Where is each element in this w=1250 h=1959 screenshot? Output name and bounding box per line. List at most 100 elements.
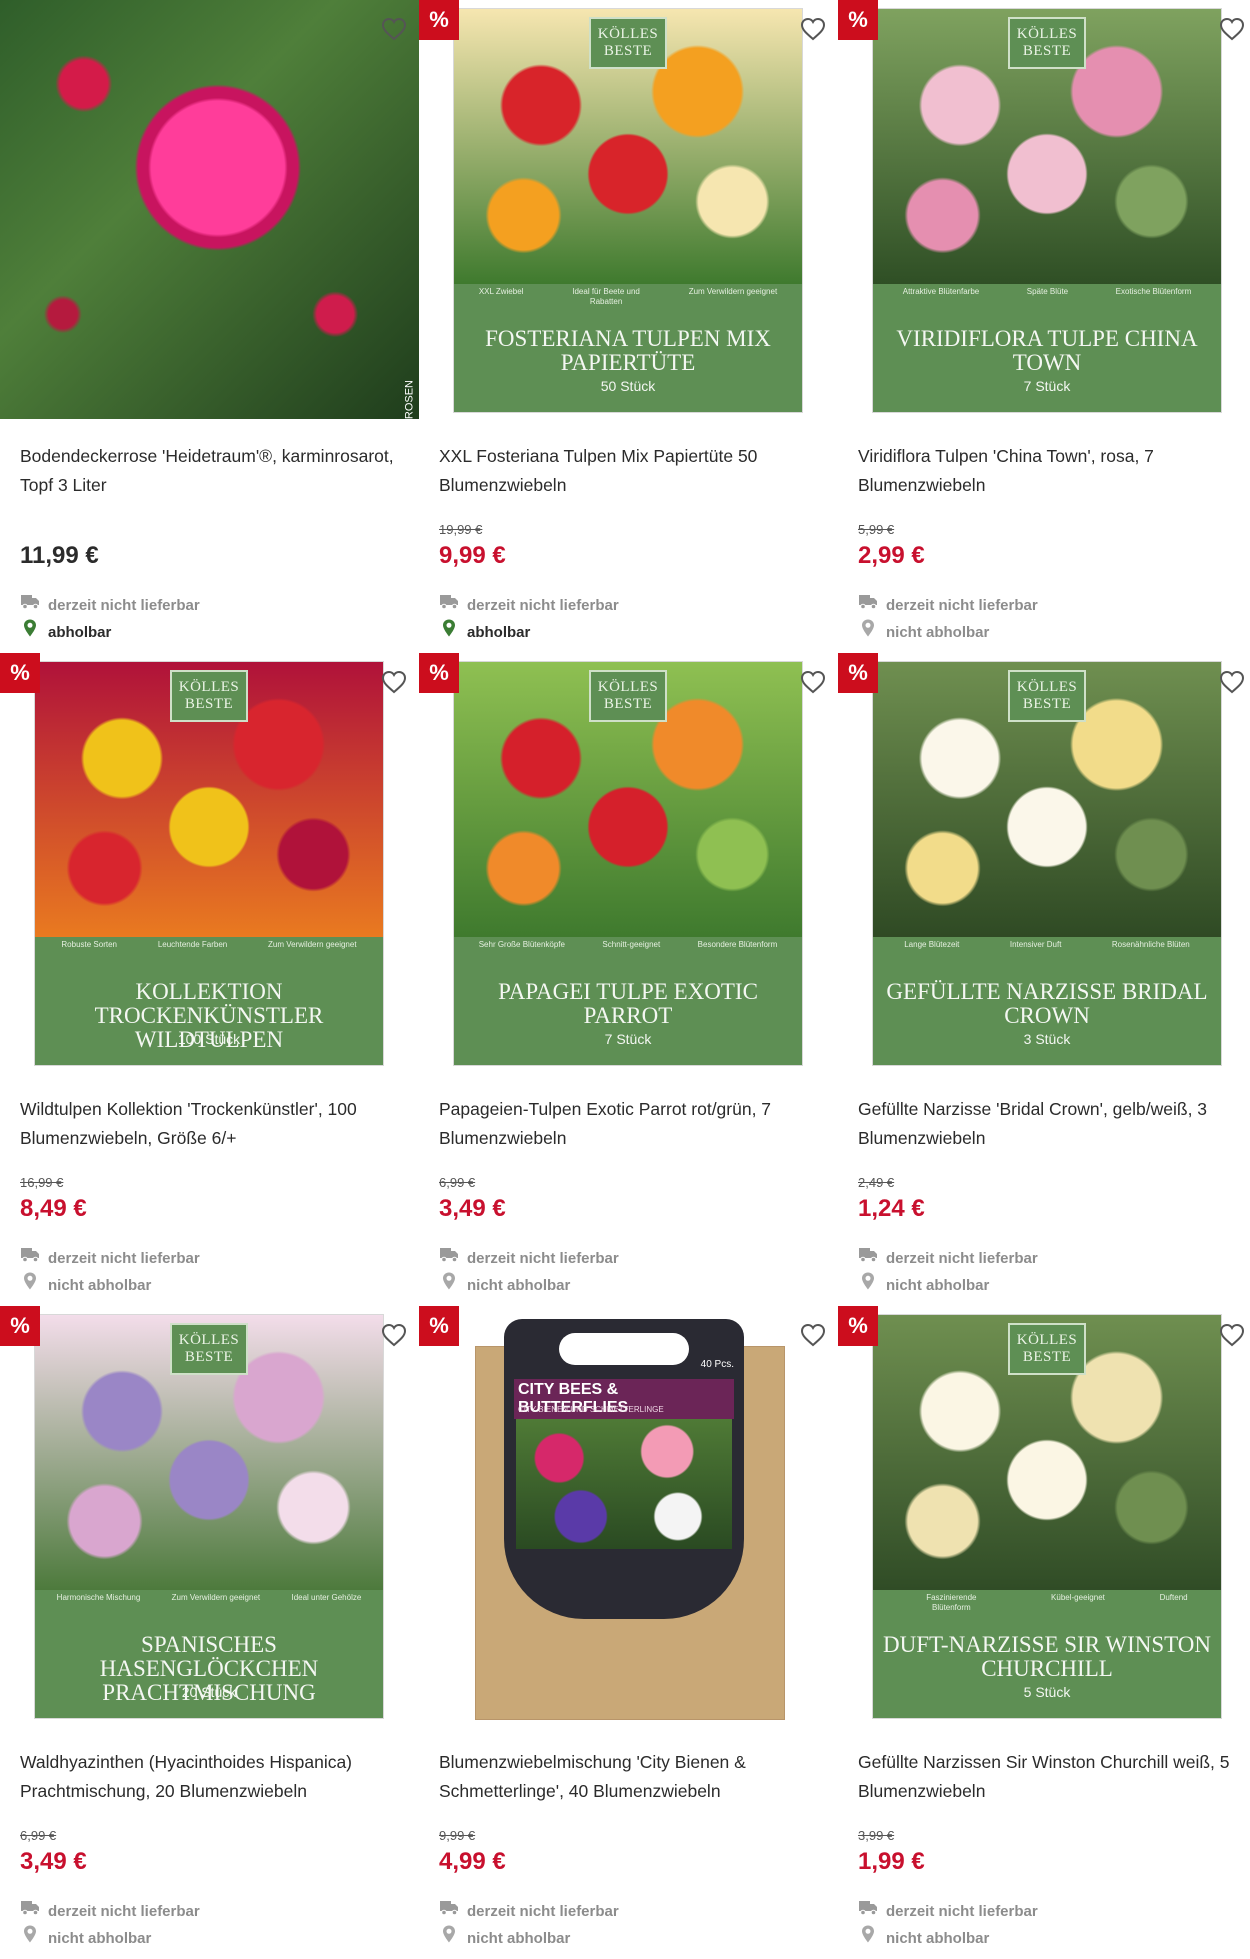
product-card[interactable]: % KÖLLES BESTE Sehr Große Blütenköpfe Schn… bbox=[419, 653, 838, 1306]
product-image[interactable]: © NOACK ROSEN bbox=[0, 0, 419, 420]
current-price: 2,99 € bbox=[858, 542, 925, 569]
sale-badge: % bbox=[838, 1306, 878, 1346]
delivery-truck-icon bbox=[858, 592, 878, 619]
product-title[interactable]: Blumenzwiebelmischung 'City Bienen & Sch… bbox=[439, 1748, 818, 1806]
sale-badge: % bbox=[419, 0, 459, 40]
seed-package: KÖLLES BESTE Lange Blütezeit Intensiver Du… bbox=[872, 661, 1222, 1066]
wishlist-heart-icon[interactable] bbox=[1217, 667, 1247, 697]
package-title: VIRIDIFLORA TULPE CHINA TOWN bbox=[896, 326, 1198, 375]
delivery-label: derzeit nicht lieferbar bbox=[467, 596, 619, 614]
product-title[interactable]: Viridiflora Tulpen 'China Town', rosa, 7… bbox=[858, 442, 1237, 500]
seed-package: KÖLLES BESTE Harmonische Mischung Zum Verw… bbox=[34, 1314, 384, 1719]
product-image[interactable]: % KÖLLES BESTE XXL Zwiebel Ideal für Beete… bbox=[419, 0, 838, 420]
package-feature: Intensiver Duft bbox=[1009, 940, 1062, 949]
wishlist-heart-icon[interactable] bbox=[1217, 14, 1247, 44]
package-count: 5 Stück bbox=[1023, 1684, 1071, 1700]
current-price: 4,99 € bbox=[439, 1848, 506, 1875]
product-image[interactable]: % KÖLLES BESTE Faszinierende Blütenform Kü… bbox=[838, 1306, 1250, 1726]
product-image[interactable]: % CITY BEES & BUTTERFLIES CITY BIENEN UND… bbox=[419, 1306, 838, 1726]
photo-credit: © NOACK ROSEN bbox=[403, 380, 415, 420]
bag-subline: CITY BIENEN UND SCHMETTERLINGE bbox=[518, 1405, 664, 1414]
product-image[interactable]: % KÖLLES BESTE Attraktive Blütenfarbe Spät… bbox=[838, 0, 1250, 420]
wishlist-heart-icon[interactable] bbox=[1217, 1320, 1247, 1350]
package-feature: Duftend bbox=[1159, 1593, 1188, 1602]
product-card[interactable]: % KÖLLES BESTE Faszinierende Blütenform Kü… bbox=[838, 1306, 1250, 1959]
location-pin-icon bbox=[858, 619, 878, 646]
product-card[interactable]: % KÖLLES BESTE XXL Zwiebel Ideal für Beete… bbox=[419, 0, 838, 653]
package-feature: Sehr Große Blütenköpfe bbox=[478, 940, 565, 949]
package-feature: Rosenähnliche Blüten bbox=[1111, 940, 1190, 949]
package-feature: Ideal für Beete und Rabatten bbox=[572, 287, 640, 306]
delivery-status: derzeit nicht lieferbar bbox=[439, 1898, 818, 1925]
package-feature: Zum Verwildern geeignet bbox=[268, 940, 357, 949]
delivery-status: derzeit nicht lieferbar bbox=[439, 592, 818, 619]
package-count: 3 Stück bbox=[1023, 1031, 1071, 1047]
package-feature: Attraktive Blütenfarbe bbox=[902, 287, 980, 296]
brand-logo: KÖLLES BESTE bbox=[589, 670, 667, 722]
old-price: 6,99 € bbox=[20, 1828, 57, 1843]
product-card[interactable]: % CITY BEES & BUTTERFLIES CITY BIENEN UND… bbox=[419, 1306, 838, 1959]
current-price: 9,99 € bbox=[439, 542, 506, 569]
package-feature: Kübel-geeignet bbox=[1051, 1593, 1105, 1602]
product-title[interactable]: Papageien-Tulpen Exotic Parrot rot/grün,… bbox=[439, 1095, 818, 1153]
wishlist-heart-icon[interactable] bbox=[798, 14, 828, 44]
package-title: DUFT-NARZISSE SIR WINSTON CHURCHILL bbox=[882, 1632, 1211, 1681]
location-pin-icon bbox=[439, 1272, 459, 1299]
delivery-truck-icon bbox=[439, 1245, 459, 1272]
delivery-label: derzeit nicht lieferbar bbox=[48, 596, 200, 614]
sale-badge: % bbox=[838, 0, 878, 40]
package-count: 20 Stück bbox=[181, 1684, 237, 1700]
product-title[interactable]: XXL Fosteriana Tulpen Mix Papiertüte 50 … bbox=[439, 442, 818, 500]
product-title[interactable]: Waldhyazinthen (Hyacinthoides Hispanica)… bbox=[20, 1748, 399, 1806]
package-feature: Späte Blüte bbox=[1026, 287, 1069, 296]
brand-logo: KÖLLES BESTE bbox=[170, 1323, 248, 1375]
bag-count: 40 Pcs. bbox=[700, 1359, 734, 1370]
product-image[interactable]: % KÖLLES BESTE Sehr Große Blütenköpfe Schn… bbox=[419, 653, 838, 1073]
seed-package: KÖLLES BESTE Robuste Sorten Leuchtende Far… bbox=[34, 661, 384, 1066]
product-title[interactable]: Wildtulpen Kollektion 'Trockenkünstler',… bbox=[20, 1095, 399, 1153]
product-image[interactable]: % KÖLLES BESTE Harmonische Mischung Zum Ve… bbox=[0, 1306, 419, 1726]
pickup-label: nicht abholbar bbox=[48, 1276, 152, 1294]
package-feature: Lange Blütezeit bbox=[904, 940, 960, 949]
seed-package: KÖLLES BESTE Attraktive Blütenfarbe Späte … bbox=[872, 8, 1222, 413]
product-title[interactable]: Gefüllte Narzissen Sir Winston Churchill… bbox=[858, 1748, 1237, 1806]
pickup-label: nicht abholbar bbox=[886, 623, 990, 641]
product-card[interactable]: % KÖLLES BESTE Harmonische Mischung Zum Ve… bbox=[0, 1306, 419, 1959]
seed-package: KÖLLES BESTE XXL Zwiebel Ideal für Beete u… bbox=[453, 8, 803, 413]
current-price: 3,49 € bbox=[439, 1195, 506, 1222]
delivery-truck-icon bbox=[439, 1898, 459, 1925]
wishlist-heart-icon[interactable] bbox=[798, 1320, 828, 1350]
package-features: Faszinierende Blütenform Kübel-geeignet Du… bbox=[873, 1593, 1221, 1623]
package-count: 100 Stück bbox=[177, 1031, 241, 1047]
product-card[interactable]: % KÖLLES BESTE Attraktive Blütenfarbe Spät… bbox=[838, 0, 1250, 653]
current-price: 1,99 € bbox=[858, 1848, 925, 1875]
city-bees-bag: CITY BEES & BUTTERFLIES CITY BIENEN UND S… bbox=[475, 1319, 785, 1720]
package-feature: XXL Zwiebel bbox=[478, 287, 524, 296]
product-card[interactable]: © NOACK ROSEN Bodendeckerrose 'Heidetrau… bbox=[0, 0, 419, 653]
package-feature: Exotische Blütenform bbox=[1115, 287, 1192, 296]
package-feature: Faszinierende Blütenform bbox=[926, 1593, 977, 1612]
product-image[interactable]: % KÖLLES BESTE Robuste Sorten Leuchtende F… bbox=[0, 653, 419, 1073]
wishlist-heart-icon[interactable] bbox=[379, 1320, 409, 1350]
wishlist-heart-icon[interactable] bbox=[798, 667, 828, 697]
product-card[interactable]: % KÖLLES BESTE Lange Blütezeit Intensiver … bbox=[838, 653, 1250, 1306]
package-title: FOSTERIANA TULPEN MIX PAPIERTÜTE bbox=[485, 326, 771, 375]
current-price: 8,49 € bbox=[20, 1195, 87, 1222]
package-count: 7 Stück bbox=[604, 1031, 652, 1047]
sale-badge: % bbox=[0, 1306, 40, 1346]
wishlist-heart-icon[interactable] bbox=[379, 667, 409, 697]
pickup-label: nicht abholbar bbox=[467, 1276, 571, 1294]
pickup-status: abholbar bbox=[20, 619, 399, 646]
product-title[interactable]: Bodendeckerrose 'Heidetraum'®, karminros… bbox=[20, 442, 399, 500]
delivery-status: derzeit nicht lieferbar bbox=[20, 1245, 399, 1272]
delivery-label: derzeit nicht lieferbar bbox=[886, 596, 1038, 614]
package-features: Attraktive Blütenfarbe Späte Blüte Exotisc… bbox=[873, 287, 1221, 317]
sale-badge: % bbox=[419, 1306, 459, 1346]
old-price: 16,99 € bbox=[20, 1175, 64, 1190]
wishlist-heart-icon[interactable] bbox=[379, 14, 409, 44]
product-title[interactable]: Gefüllte Narzisse 'Bridal Crown', gelb/w… bbox=[858, 1095, 1237, 1153]
pickup-status: abholbar bbox=[439, 619, 818, 646]
sale-badge: % bbox=[838, 653, 878, 693]
product-image[interactable]: % KÖLLES BESTE Lange Blütezeit Intensiver … bbox=[838, 653, 1250, 1073]
product-card[interactable]: % KÖLLES BESTE Robuste Sorten Leuchtende F… bbox=[0, 653, 419, 1306]
